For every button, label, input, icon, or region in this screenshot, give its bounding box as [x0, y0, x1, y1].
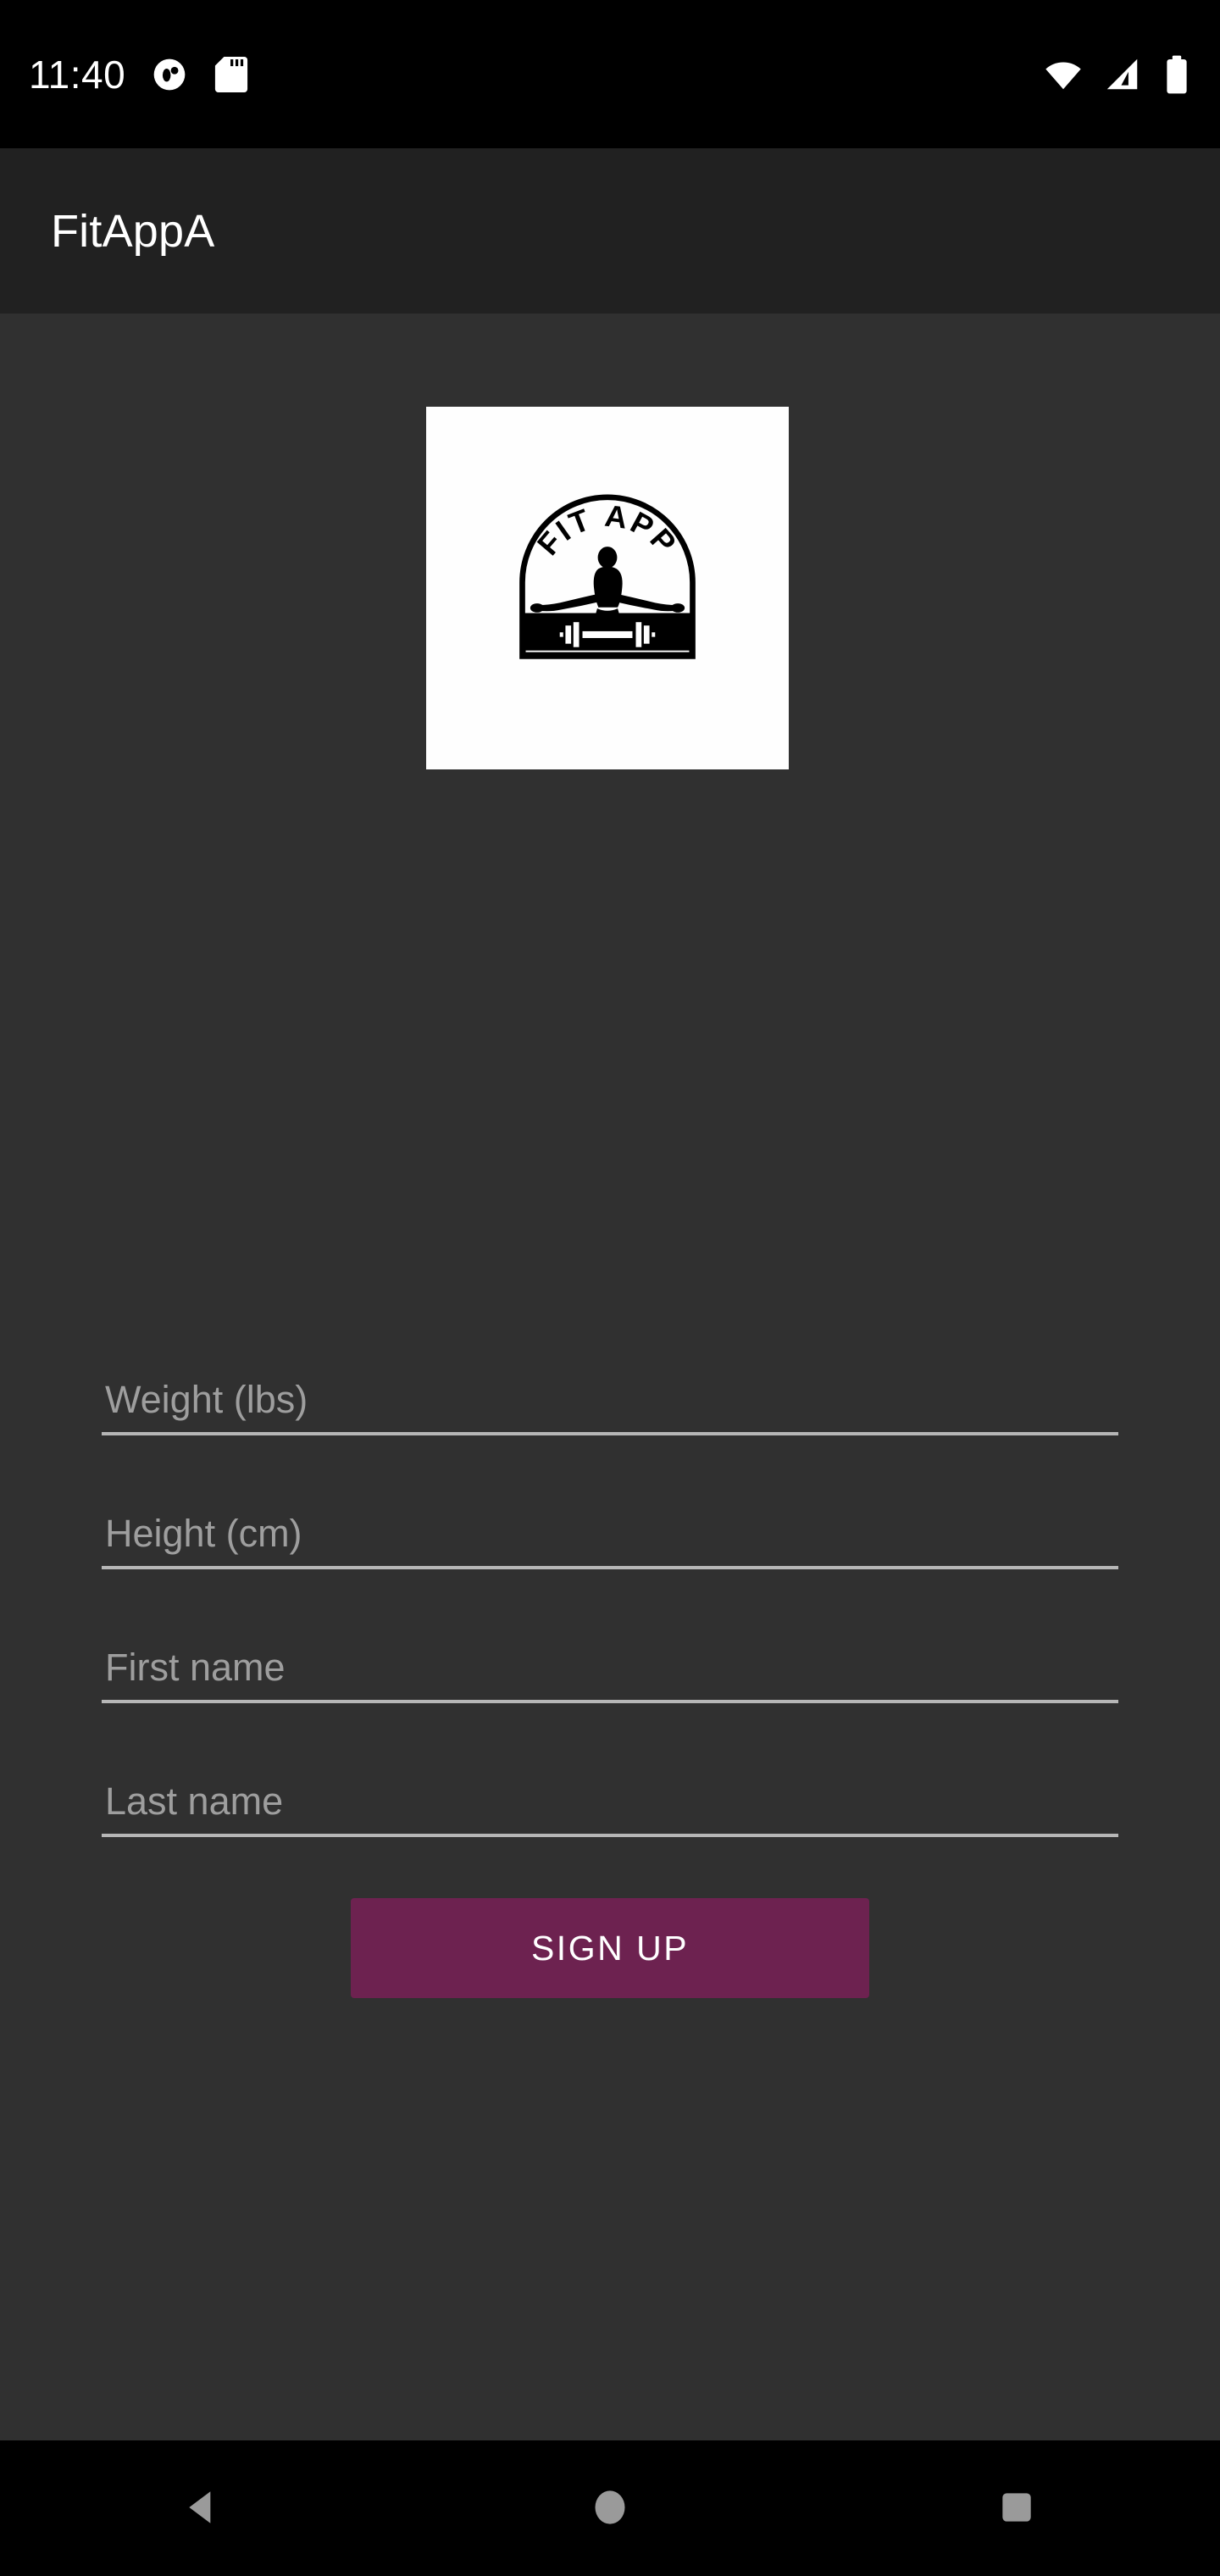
wifi-icon: [1044, 55, 1083, 94]
nav-home-button[interactable]: [407, 2440, 813, 2576]
weight-input[interactable]: [102, 1378, 1118, 1432]
status-bar-left: 11:40: [29, 55, 249, 94]
app-bar: FitAppA: [0, 148, 1220, 314]
cellular-signal-icon: [1103, 55, 1142, 94]
signup-button[interactable]: SIGN UP: [351, 1898, 869, 1998]
first-name-input[interactable]: [102, 1646, 1118, 1700]
status-bar-right: [1044, 54, 1191, 95]
last-name-field[interactable]: [102, 1768, 1118, 1837]
fit-app-logo: FIT APP: [426, 407, 789, 769]
system-navigation-bar: [0, 2440, 1220, 2576]
weight-field[interactable]: [102, 1367, 1118, 1435]
app-title: FitAppA: [51, 205, 215, 257]
recents-square-icon: [995, 2486, 1038, 2531]
app-screen: 11:40 FitAppA FIT APP Weight (lbs) Heigh…: [0, 0, 1220, 2576]
nav-recents-button[interactable]: [813, 2440, 1220, 2576]
battery-icon: [1162, 54, 1191, 95]
main-content: FIT APP Weight (lbs) Height (cm) First n…: [0, 314, 1220, 2440]
height-field[interactable]: [102, 1501, 1118, 1569]
nav-back-button[interactable]: [0, 2440, 407, 2576]
home-circle-icon: [589, 2486, 631, 2531]
signup-button-row: SIGN UP: [102, 1898, 1118, 1998]
sd-card-icon: [214, 55, 249, 94]
status-bar-clock: 11:40: [29, 52, 126, 97]
signup-form: [102, 1367, 1118, 1837]
height-input[interactable]: [102, 1512, 1118, 1566]
first-name-field[interactable]: [102, 1635, 1118, 1703]
fit-app-logo-mark: FIT APP: [519, 494, 696, 659]
notification-dot-icon: [151, 56, 188, 93]
back-triangle-icon: [182, 2486, 225, 2531]
status-bar: 11:40: [0, 0, 1220, 148]
last-name-input[interactable]: [102, 1779, 1118, 1834]
